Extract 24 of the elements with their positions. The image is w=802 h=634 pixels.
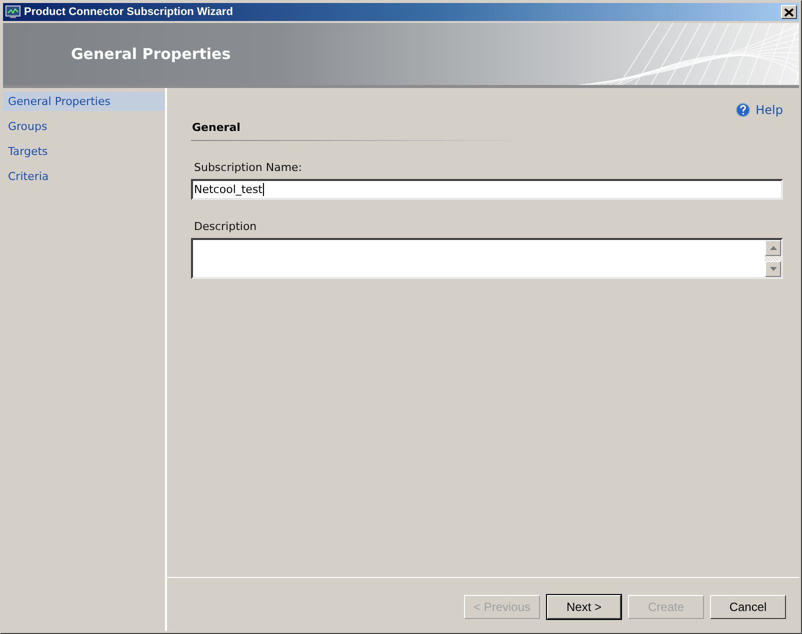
field-label: Subscription Name: <box>194 161 304 174</box>
wizard-button[interactable]: Next > <box>547 594 621 618</box>
help-icon <box>736 103 750 117</box>
close-icon <box>784 8 794 16</box>
down-arrow-icon <box>770 267 776 271</box>
sidebar-item[interactable]: Groups <box>3 117 165 136</box>
help-link[interactable]: Help <box>736 102 783 118</box>
section-title: General <box>191 121 242 134</box>
sidebar-item[interactable]: Targets <box>3 142 165 161</box>
scroll-track[interactable] <box>765 256 781 261</box>
close-button[interactable] <box>781 5 797 19</box>
scroll-up-button[interactable] <box>765 240 781 256</box>
up-arrow-icon <box>770 246 776 250</box>
scroll-down-button[interactable] <box>765 261 781 277</box>
wizard-button[interactable]: Cancel <box>710 594 786 618</box>
page-title: General Properties <box>71 45 231 63</box>
description-field[interactable] <box>191 238 783 279</box>
sidebar-item[interactable]: Criteria <box>3 167 165 186</box>
monitor-icon <box>5 5 21 19</box>
scrollbar[interactable] <box>765 240 781 277</box>
text-field[interactable]: Netcool_test <box>191 179 783 200</box>
field-label: Description <box>194 220 258 233</box>
window-title: Product Connector Subscription Wizard <box>24 6 234 18</box>
sidebar-item[interactable]: General Properties <box>3 92 165 111</box>
